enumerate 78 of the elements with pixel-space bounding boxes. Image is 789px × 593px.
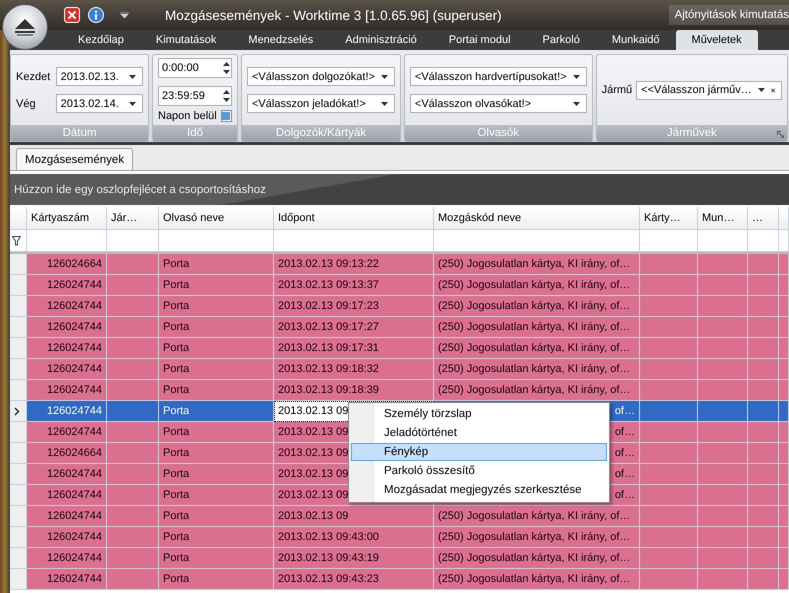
filter-icon[interactable] <box>12 236 21 246</box>
info-icon[interactable] <box>88 7 104 23</box>
time-spinner[interactable]: 0:00:00 <box>158 58 232 78</box>
close-icon[interactable] <box>770 86 776 94</box>
group-label: Dolgozók/Kártyák <box>276 127 366 139</box>
spin-arrows-icon[interactable] <box>222 60 231 76</box>
column-header[interactable]: Mun… <box>698 207 748 230</box>
dropdown-arrow-icon[interactable] <box>380 74 388 78</box>
ribbon-tab[interactable]: Kimutatások <box>140 30 232 50</box>
document-tab[interactable]: Mozgásesemények <box>16 148 134 170</box>
dropdown-arrow-icon[interactable] <box>572 102 580 106</box>
dropdown-field[interactable]: <Válasszon hardvertípusokat!> <box>410 67 587 86</box>
group-label: Olvasók <box>477 127 520 139</box>
field-label: Jármű <box>602 84 632 96</box>
header-filler <box>779 207 789 230</box>
dropdown-field[interactable]: <Válasszon jeladókat!> <box>247 94 395 113</box>
ribbon-tab[interactable]: Menedzselés <box>232 30 330 50</box>
table-cell <box>779 569 789 590</box>
ribbon-tab[interactable]: Parkoló <box>526 30 596 50</box>
checkbox[interactable] <box>220 110 232 122</box>
table-cell: Porta <box>159 569 274 590</box>
window-title: Ajtónyitások kimutatás <box>668 5 789 25</box>
filter-cell[interactable] <box>698 230 748 252</box>
column-header[interactable]: Időpont <box>274 207 434 230</box>
field-label: Vég <box>16 98 37 110</box>
close-icon[interactable] <box>64 7 80 23</box>
row-indicator-icon <box>14 406 20 416</box>
table-cell <box>698 569 748 590</box>
ribbon-tab[interactable]: Kezdőlap <box>62 30 140 50</box>
column-header[interactable]: … <box>748 207 779 230</box>
dropdown-field[interactable]: <<Válasszon járműv… <box>636 80 782 100</box>
filter-cell <box>779 230 789 252</box>
dropdown-arrow-icon[interactable] <box>758 88 765 92</box>
ribbon-tab[interactable]: Műveletek <box>676 30 758 50</box>
group-label: Dátum <box>62 127 96 139</box>
filter-cell[interactable] <box>107 230 159 252</box>
group-by-hint: Húzzon ide egy oszlopfejlécet a csoportosításhoz <box>14 184 266 196</box>
table-cell: 126024744 <box>27 569 107 590</box>
column-header[interactable]: Kárty… <box>640 207 698 230</box>
table-cell <box>107 569 159 590</box>
dropdown-arrow-icon[interactable] <box>129 74 136 78</box>
column-header[interactable]: Mozgáskód neve <box>434 207 640 230</box>
date-field[interactable]: 2013.02.14. <box>56 94 143 113</box>
column-header[interactable]: Kártyaszám <box>27 207 107 230</box>
date-field[interactable]: 2013.02.13. <box>56 67 143 86</box>
filter-cell[interactable] <box>159 230 274 252</box>
filter-cell[interactable] <box>748 230 779 252</box>
dropdown-field[interactable]: <Válasszon olvasókat!> <box>410 94 587 113</box>
menu-item[interactable]: Fénykép <box>351 443 607 461</box>
filter-cell[interactable] <box>640 230 698 252</box>
dropdown-arrow-icon[interactable] <box>380 102 388 106</box>
window-title: Mozgásesemények - Worktime 3 [1.0.65.96] (superuser) <box>165 8 503 22</box>
row-header[interactable] <box>10 401 27 422</box>
field-label: Kezdet <box>16 70 52 82</box>
checkbox-label: Napon belül <box>158 110 217 122</box>
table-cell <box>748 569 779 590</box>
dropdown-arrow-icon[interactable] <box>129 102 136 106</box>
table-cell: 2013.02.13 09:43:23 <box>274 569 434 590</box>
time-spinner[interactable]: 23:59:59 <box>158 86 232 106</box>
column-header[interactable]: Jár… <box>107 207 159 230</box>
spin-arrows-icon[interactable] <box>222 88 231 104</box>
dropdown-field[interactable]: <Válasszon dolgozókat!> <box>247 67 395 86</box>
dropdown-arrow-icon[interactable] <box>572 74 580 78</box>
column-header[interactable]: Olvasó neve <box>159 207 274 230</box>
ribbon-tab[interactable]: Adminisztráció <box>329 30 433 50</box>
dialog-launcher-icon[interactable] <box>777 131 784 138</box>
eject-icon <box>14 18 36 36</box>
ribbon-tab[interactable]: Munkaidő <box>596 30 676 50</box>
filter-cell[interactable] <box>27 230 107 252</box>
dropdown-arrow-icon[interactable] <box>120 12 129 18</box>
filter-cell[interactable] <box>434 230 640 252</box>
table-cell <box>640 569 698 590</box>
filter-cell[interactable] <box>274 230 434 252</box>
group-label: Idő <box>187 127 203 139</box>
table-cell: (250) Jogosulatlan kártya, KI irány, of… <box>434 569 640 590</box>
ribbon-tab[interactable]: Portai modul <box>432 30 527 50</box>
application-menu-button[interactable] <box>2 4 48 50</box>
group-label: Járművek <box>666 127 717 139</box>
